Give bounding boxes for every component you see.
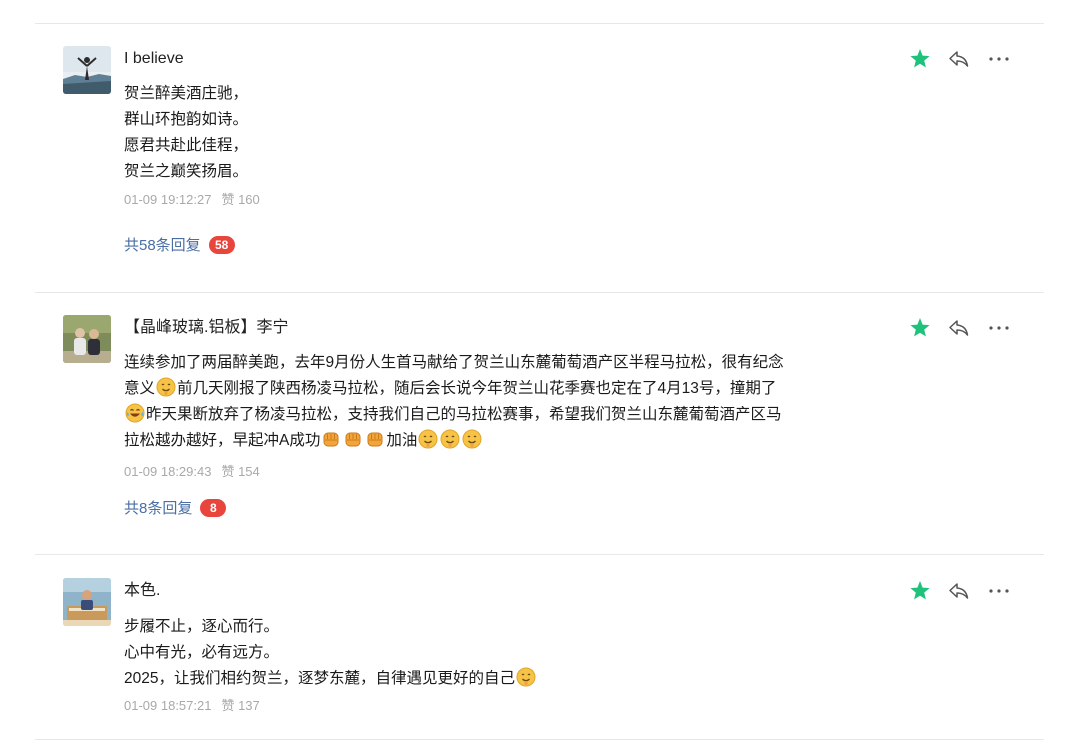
comment-text: 昨天果断放弃了杨凌马拉松，支持我们自己的马拉松赛事，希望我们贺兰山东麓葡萄酒产区… bbox=[146, 406, 782, 423]
fist-emoji-icon bbox=[365, 429, 385, 449]
star-icon[interactable] bbox=[907, 315, 933, 341]
comment-actions bbox=[907, 578, 1017, 604]
comment-line: 心中有光，必有远方。 bbox=[124, 644, 280, 661]
comment-line: 愿君共赴此佳程， bbox=[124, 137, 249, 154]
comment-line: 连续参加了两届醉美跑，去年9月份人生首马献给了贺兰山东麓葡萄酒产区半程马拉松，很… bbox=[124, 354, 784, 371]
comment-line: 群山环抱韵如诗。 bbox=[124, 111, 249, 128]
more-dots-icon[interactable] bbox=[986, 315, 1012, 341]
avatar[interactable] bbox=[63, 46, 111, 94]
comment-list: I believe 贺兰醉美酒庄驰， 群山环抱韵如诗。 愿君共赴此佳程， 贺兰之… bbox=[0, 0, 1080, 756]
like-count: 赞 137 bbox=[221, 698, 260, 713]
author-name[interactable]: 【晶峰玻璃.铝板】李宁 bbox=[124, 317, 288, 339]
laugh-cry-emoji-icon bbox=[125, 403, 145, 423]
reply-arrow-icon[interactable] bbox=[946, 578, 972, 604]
comment-line: 贺兰醉美酒庄驰， bbox=[124, 85, 249, 102]
comment-text: 2025，让我们相约贺兰，逐梦东麓，自律遇见更好的自己 bbox=[124, 670, 515, 687]
reply-count-badge: 8 bbox=[200, 499, 227, 517]
smile-emoji-icon bbox=[440, 429, 460, 449]
comment-text: 前几天刚报了陕西杨凌马拉松，随后会长说今年贺兰山花季赛也定在了4月13号，撞期了 bbox=[177, 380, 777, 397]
like-count: 赞 160 bbox=[221, 192, 260, 207]
avatar[interactable] bbox=[63, 578, 111, 626]
comment-body: 贺兰醉美酒庄驰， 群山环抱韵如诗。 愿君共赴此佳程， 贺兰之巅笑扬眉。 bbox=[124, 81, 844, 185]
comment-body: 连续参加了两届醉美跑，去年9月份人生首马献给了贺兰山东麓葡萄酒产区半程马拉松，很… bbox=[124, 350, 844, 454]
comment-text: 拉松越办越好，早起冲A成功 bbox=[124, 432, 321, 449]
view-replies-link[interactable]: 共8条回复 8 bbox=[124, 498, 227, 520]
reply-arrow-icon[interactable] bbox=[946, 46, 972, 72]
star-icon[interactable] bbox=[907, 46, 933, 72]
divider bbox=[35, 739, 1044, 740]
like-count: 赞 154 bbox=[221, 464, 260, 479]
view-replies-link[interactable]: 共58条回复 58 bbox=[124, 235, 235, 257]
fist-emoji-icon bbox=[343, 429, 363, 449]
smile-emoji-icon bbox=[156, 377, 176, 397]
comment-line: 意义 前几天刚报了陕西杨凌马拉松，随后会长说今年贺兰山花季赛也定在了4月13号，撞… bbox=[124, 376, 844, 402]
replies-label: 共8条回复 bbox=[124, 500, 193, 517]
smile-emoji-icon bbox=[418, 429, 438, 449]
comment-time: 01-09 18:29:43 bbox=[124, 464, 212, 479]
comment-actions bbox=[907, 315, 1017, 341]
comment-meta: 01-09 19:12:27 赞 160 bbox=[124, 191, 260, 209]
comment-line: 步履不止，逐心而行。 bbox=[124, 618, 280, 635]
reply-count-badge: 58 bbox=[208, 236, 235, 254]
comment-time: 01-09 18:57:21 bbox=[124, 698, 212, 713]
comment-line: 拉松越办越好，早起冲A成功 加油 bbox=[124, 428, 844, 454]
comment-line: 2025，让我们相约贺兰，逐梦东麓，自律遇见更好的自己 bbox=[124, 666, 844, 692]
divider bbox=[35, 292, 1044, 293]
author-name[interactable]: 本色. bbox=[124, 580, 160, 602]
comment-line: 贺兰之巅笑扬眉。 bbox=[124, 163, 249, 180]
comment-meta: 01-09 18:29:43 赞 154 bbox=[124, 463, 260, 481]
star-icon[interactable] bbox=[907, 578, 933, 604]
reply-arrow-icon[interactable] bbox=[946, 315, 972, 341]
author-name[interactable]: I believe bbox=[124, 48, 184, 70]
more-dots-icon[interactable] bbox=[986, 578, 1012, 604]
comment-text: 加油 bbox=[386, 432, 418, 449]
comment-time: 01-09 19:12:27 bbox=[124, 192, 212, 207]
avatar[interactable] bbox=[63, 315, 111, 363]
comment-line: 昨天果断放弃了杨凌马拉松，支持我们自己的马拉松赛事，希望我们贺兰山东麓葡萄酒产区… bbox=[124, 402, 844, 428]
more-dots-icon[interactable] bbox=[986, 46, 1012, 72]
comment-actions bbox=[907, 46, 1017, 72]
comment-text: 意义 bbox=[124, 380, 156, 397]
replies-label: 共58条回复 bbox=[124, 237, 201, 254]
comment-meta: 01-09 18:57:21 赞 137 bbox=[124, 697, 260, 715]
smile-emoji-icon bbox=[462, 429, 482, 449]
smile-emoji-icon bbox=[516, 667, 536, 687]
divider bbox=[35, 554, 1044, 555]
comment-body: 步履不止，逐心而行。 心中有光，必有远方。 2025，让我们相约贺兰，逐梦东麓，… bbox=[124, 614, 844, 692]
divider bbox=[35, 23, 1044, 24]
fist-emoji-icon bbox=[321, 429, 341, 449]
